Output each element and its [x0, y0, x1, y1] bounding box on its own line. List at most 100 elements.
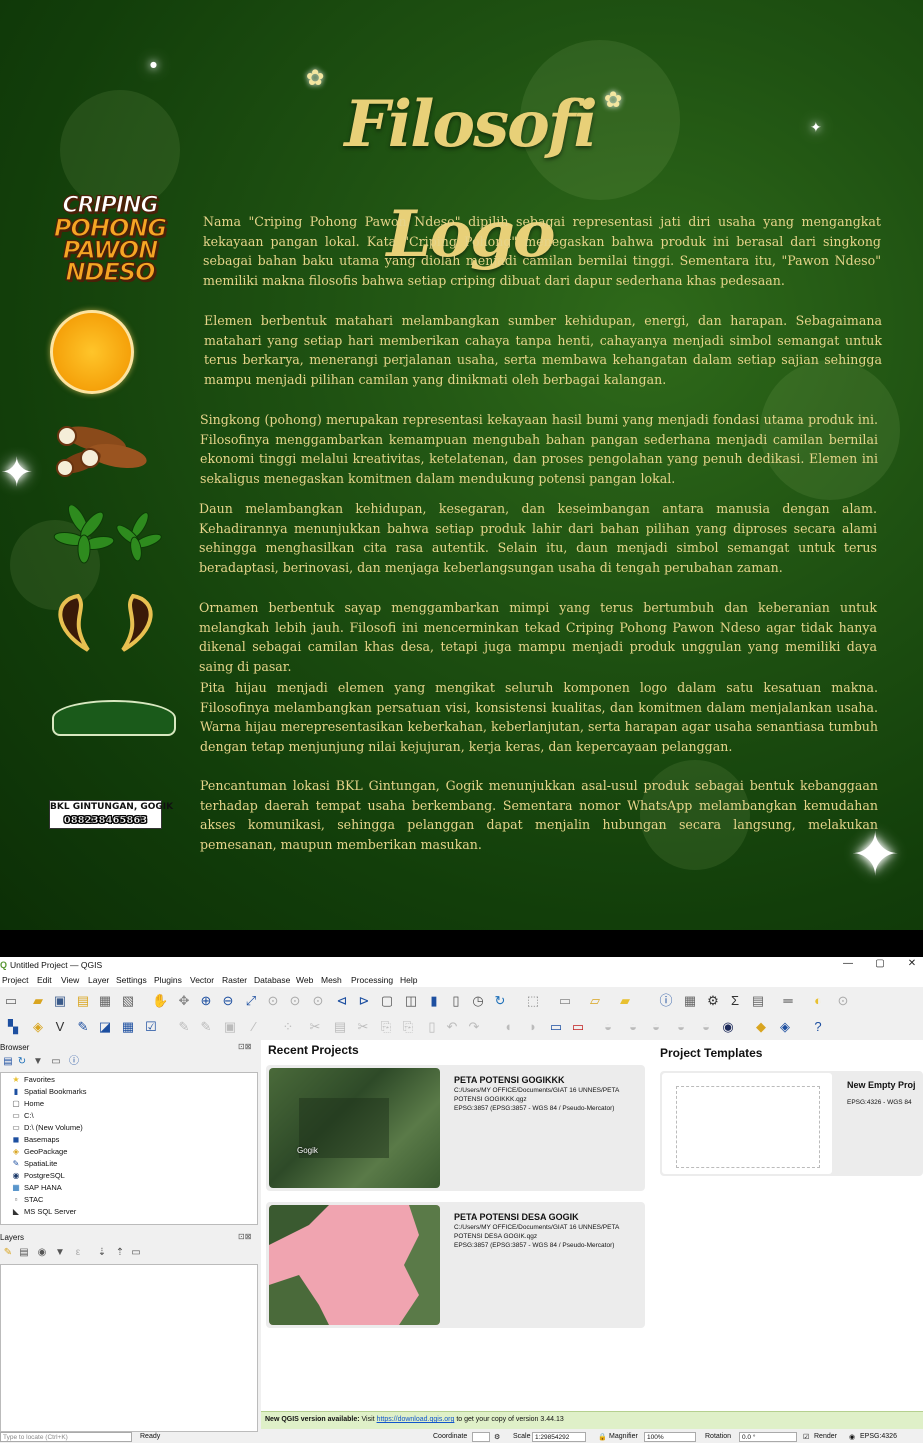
menu-web[interactable]: Web — [296, 975, 313, 985]
menu-processing[interactable]: Processing — [351, 975, 393, 985]
redo-icon[interactable]: ↷ — [466, 1019, 482, 1035]
crs-status[interactable]: EPSG:4326 — [860, 1433, 897, 1440]
locator-icon[interactable]: ⊙ — [835, 993, 851, 1009]
lock-icon[interactable]: 🔒 — [598, 1433, 607, 1441]
new-layout-icon[interactable]: ▤ — [75, 993, 91, 1009]
manage-theme-icon[interactable]: ◉ — [34, 1245, 50, 1261]
template-card[interactable]: New Empty Proj EPSG:4326 - WGS 84 — [660, 1071, 923, 1176]
label-move-icon[interactable]: ◒ — [600, 1019, 616, 1035]
menu-project[interactable]: Project — [2, 975, 28, 985]
vertex-tool-icon[interactable]: ⁘ — [280, 1019, 296, 1035]
select-features-icon[interactable]: ▭ — [557, 993, 573, 1009]
paste-features-icon[interactable]: ⎘ — [400, 1019, 416, 1035]
collapse-all-layers-icon[interactable]: ⇡ — [112, 1245, 128, 1261]
crs-icon[interactable]: ◉ — [849, 1433, 855, 1441]
tree-item-basemaps[interactable]: ◼ Basemaps — [11, 1134, 60, 1146]
tree-item-ms-sql-server[interactable]: ◣ MS SQL Server — [11, 1206, 76, 1218]
pan-to-selection-icon[interactable]: ✥ — [176, 993, 192, 1009]
close-button[interactable]: ✕ — [902, 958, 922, 969]
menu-mesh[interactable]: Mesh — [321, 975, 342, 985]
zoom-last-icon[interactable]: ⊲ — [334, 993, 350, 1009]
menu-plugins[interactable]: Plugins — [154, 975, 182, 985]
digitize-icon[interactable]: ⁄ — [246, 1019, 262, 1035]
measure-icon[interactable]: ═ — [780, 993, 796, 1009]
menu-vector[interactable]: Vector — [190, 975, 214, 985]
save-edits-icon[interactable]: ▣ — [222, 1019, 238, 1035]
panel-float-button[interactable]: ⊡⊠ — [238, 1232, 251, 1241]
gps-icon[interactable]: ◉ — [720, 1019, 736, 1035]
new-map-view-icon[interactable]: ▢ — [379, 993, 395, 1009]
zoom-layer-icon[interactable]: ⊙ — [287, 993, 303, 1009]
collapse-all-icon[interactable]: ▭ — [48, 1054, 64, 1070]
zoom-selection-icon[interactable]: ⊙ — [265, 993, 281, 1009]
bookmark-new-icon[interactable]: ▮ — [426, 993, 442, 1009]
style-manager-icon[interactable]: ▧ — [120, 993, 136, 1009]
toggle-editing-icon[interactable]: ✎ — [198, 1019, 214, 1035]
modify-attributes-icon[interactable]: ✂ — [307, 1019, 323, 1035]
download-link[interactable]: https://download.qgis.org — [377, 1416, 455, 1423]
filter-browser-icon[interactable]: ▼ — [30, 1054, 46, 1070]
zoom-in-icon[interactable]: ⊕ — [198, 993, 214, 1009]
open-project-icon[interactable]: ▰ — [30, 993, 46, 1009]
help-icon[interactable]: ? — [810, 1019, 826, 1035]
minimize-button[interactable]: — — [838, 958, 858, 969]
label-abc-highlight-icon[interactable]: ▭ — [570, 1019, 586, 1035]
deselect-icon[interactable]: ▰ — [617, 993, 633, 1009]
label-show-icon[interactable]: ◒ — [673, 1019, 689, 1035]
copy-features-icon[interactable]: ⎘ — [378, 1019, 394, 1035]
menu-view[interactable]: View — [61, 975, 79, 985]
label-pin-icon[interactable]: ◗ — [525, 1019, 541, 1035]
new-shapefile-icon[interactable]: V — [52, 1019, 68, 1035]
recent-project-card[interactable]: PETA POTENSI DESA GOGIK C:/Users/MY OFFI… — [266, 1202, 645, 1328]
zoom-out-icon[interactable]: ⊖ — [220, 993, 236, 1009]
scale-lock-icon[interactable]: ⚙ — [494, 1433, 500, 1441]
tree-item-geopackage[interactable]: ◈ GeoPackage — [11, 1146, 67, 1158]
menu-settings[interactable]: Settings — [116, 975, 147, 985]
label-change-icon[interactable]: ◒ — [648, 1019, 664, 1035]
identify-icon[interactable]: ⓘ — [658, 993, 674, 1009]
label-toolbar-icon[interactable]: ◖ — [500, 1019, 516, 1035]
tree-item-d-drive[interactable]: ▭ D:\ (New Volume) — [11, 1122, 83, 1134]
refresh-browser-icon[interactable]: ↻ — [14, 1054, 30, 1070]
label-rotate-icon[interactable]: ◒ — [625, 1019, 641, 1035]
zoom-next-icon[interactable]: ⊳ — [356, 993, 372, 1009]
add-raster-icon[interactable]: ▦ — [120, 1019, 136, 1035]
plugin-icon[interactable]: ◈ — [777, 1019, 793, 1035]
tree-item-spatial-bookmarks[interactable]: ▮ Spatial Bookmarks — [11, 1086, 87, 1098]
tree-item-c-drive[interactable]: ▭ C:\ — [11, 1110, 33, 1122]
select-value-icon[interactable]: ▱ — [587, 993, 603, 1009]
scale-field[interactable]: 1:29854292 — [532, 1432, 586, 1442]
edit-pencil-icon[interactable]: ✎ — [176, 1019, 192, 1035]
add-vector-icon[interactable]: ☑ — [143, 1019, 159, 1035]
python-console-icon[interactable]: ◆ — [753, 1019, 769, 1035]
expand-all-icon[interactable]: ⇣ — [94, 1245, 110, 1261]
tree-item-postgresql[interactable]: ◉ PostgreSQL — [11, 1170, 65, 1182]
new-3d-view-icon[interactable]: ◫ — [403, 993, 419, 1009]
tree-item-favorites[interactable]: ★ Favorites — [11, 1074, 54, 1086]
rotation-field[interactable]: 0.0 ° — [739, 1432, 797, 1442]
remove-layer-icon[interactable]: ▭ — [128, 1245, 144, 1261]
refresh-icon[interactable]: ↻ — [492, 993, 508, 1009]
magnifier-field[interactable]: 100% — [644, 1432, 696, 1442]
undo-icon[interactable]: ↶ — [444, 1019, 460, 1035]
menu-raster[interactable]: Raster — [222, 975, 247, 985]
temporal-controller-icon[interactable]: ◷ — [470, 993, 486, 1009]
render-checkbox[interactable]: ☑ — [803, 1433, 809, 1441]
menu-database[interactable]: Database — [254, 975, 290, 985]
new-project-icon[interactable]: ▭ — [3, 993, 19, 1009]
tree-item-home[interactable]: ▢ Home — [11, 1098, 44, 1110]
layout-manager-icon[interactable]: ▦ — [97, 993, 113, 1009]
filter-legend-icon[interactable]: ▼ — [52, 1245, 68, 1261]
save-project-icon[interactable]: ▣ — [52, 993, 68, 1009]
tree-item-stac[interactable]: ▫ STAC — [11, 1194, 44, 1206]
panel-float-button[interactable]: ⊡⊠ — [238, 1042, 251, 1051]
zoom-native-icon[interactable]: ⊙ — [310, 993, 326, 1009]
properties-icon[interactable]: ⓘ — [66, 1054, 82, 1070]
tree-item-spatialite[interactable]: ✎ SpatiaLite — [11, 1158, 58, 1170]
recent-project-card[interactable]: Gogik PETA POTENSI GOGIKKK C:/Users/MY O… — [266, 1065, 645, 1191]
locator-input[interactable]: Type to locate (Ctrl+K) — [0, 1432, 132, 1442]
add-virtual-layer-icon[interactable]: ◪ — [97, 1019, 113, 1035]
tree-item-sap-hana[interactable]: ▦ SAP HANA — [11, 1182, 62, 1194]
menu-layer[interactable]: Layer — [88, 975, 109, 985]
menu-help[interactable]: Help — [400, 975, 417, 985]
